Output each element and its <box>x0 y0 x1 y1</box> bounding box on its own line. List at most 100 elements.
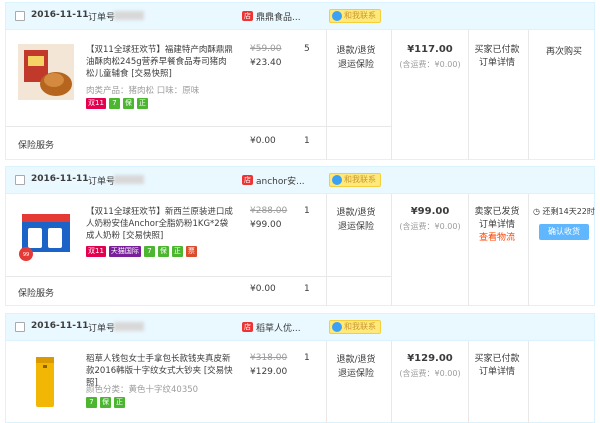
refund-actions: 退款/退货 退运保险 <box>328 206 384 234</box>
chat-icon <box>332 11 342 21</box>
refund-link[interactable]: 退款/退货 <box>328 353 384 367</box>
badge[interactable]: 7 <box>143 246 155 257</box>
product-thumbnail[interactable] <box>18 44 74 100</box>
order-card: 2016-11-11 订单号 店 anchor安... 和我联系 99 【双11… <box>5 166 595 306</box>
badge[interactable]: 双11 <box>86 98 106 109</box>
column-divider <box>326 341 327 423</box>
order-details-link[interactable]: 订单详情 <box>468 219 526 232</box>
countdown-text: 还剩14天22时 <box>542 207 595 216</box>
badge[interactable]: 正 <box>171 246 183 257</box>
order-date: 2016-11-11 <box>31 10 89 20</box>
refund-link[interactable]: 退款/退货 <box>328 44 384 58</box>
badge[interactable]: 7 <box>108 98 120 109</box>
order-body: 稻草人钱包女士手拿包长款钱夹真皮新款2016韩版十字纹女式大钞夹 [交易快照] … <box>6 341 594 423</box>
badge[interactable]: 天猫国际 <box>108 246 141 257</box>
product-title[interactable]: 【双11全球狂欢节】福建特产肉酥鼎鼎油酥肉松245g营养早餐食品寿司猪肉松儿童辅… <box>86 44 234 80</box>
badge[interactable]: 保 <box>157 246 169 257</box>
contact-seller-label: 和我联系 <box>344 11 376 20</box>
insurance-service-price: ¥0.00 <box>250 284 276 294</box>
shop-icon: 店 <box>242 11 253 21</box>
shipping-fee: (含运费：¥0.00) <box>399 222 461 231</box>
order-body: 【双11全球狂欢节】福建特产肉酥鼎鼎油酥肉松245g营养早餐食品寿司猪肉松儿童辅… <box>6 30 594 160</box>
refund-link[interactable]: 退款/退货 <box>328 206 384 220</box>
service-badges: 双11 7 保 正 <box>86 98 148 109</box>
contact-seller-button[interactable]: 和我联系 <box>329 9 381 23</box>
return-insurance-link[interactable]: 退运保险 <box>328 367 384 381</box>
clock-icon: ◷ <box>533 207 543 216</box>
shop-name[interactable]: anchor安... <box>256 174 305 187</box>
insurance-service-price: ¥0.00 <box>250 136 276 146</box>
order-header: 2016-11-11 订单号 店 anchor安... 和我联系 <box>6 167 594 194</box>
order-details-link[interactable]: 订单详情 <box>468 57 526 70</box>
product-meta: 颜色分类：黄色十字纹40350 <box>86 385 199 395</box>
column-divider <box>528 341 529 423</box>
order-select-checkbox[interactable] <box>15 322 25 332</box>
shop-icon: 店 <box>242 322 253 332</box>
order-select-checkbox[interactable] <box>15 11 25 21</box>
track-shipment-link[interactable]: 查看物流 <box>468 232 526 245</box>
shipping-fee: (含运费：¥0.00) <box>399 369 461 378</box>
product-meta: 肉类产品：猪肉松 口味：原味 <box>86 86 200 96</box>
status-text: 买家已付款 <box>474 354 520 364</box>
shop-name[interactable]: 稻草人优... <box>256 321 301 334</box>
row-divider <box>6 126 391 127</box>
order-number-redacted <box>114 322 144 331</box>
column-divider <box>326 30 327 160</box>
order-status: 买家已付款 订单详情 <box>468 44 526 70</box>
product-title-prefix: 【双11全球狂欢节】 <box>86 45 165 55</box>
badge[interactable]: 保 <box>100 397 111 408</box>
chat-icon <box>332 322 342 332</box>
shipping-fee: (含运费：¥0.00) <box>399 60 461 69</box>
column-divider <box>391 341 392 423</box>
contact-seller-button[interactable]: 和我联系 <box>329 320 381 334</box>
column-divider <box>528 194 529 306</box>
auto-confirm-countdown: ◷ 还剩14天22时 <box>533 206 597 217</box>
order-number-redacted <box>114 11 144 20</box>
original-price: ¥59.00 <box>250 44 282 54</box>
refund-actions: 退款/退货 退运保险 <box>328 353 384 381</box>
order-header: 2016-11-11 订单号 店 稻草人优... 和我联系 <box>6 314 594 341</box>
badge[interactable]: 7 <box>86 397 97 408</box>
order-card: 2016-11-11 订单号 店 稻草人优... 和我联系 稻草人钱包女士手拿包… <box>5 313 595 423</box>
insurance-service-label: 保险服务 <box>18 289 55 299</box>
svg-text:99: 99 <box>23 252 29 258</box>
order-body: 99 【双11全球狂欢节】新西兰原装进口成人奶粉安佳Anchor全脂奶粉1KG*… <box>6 194 597 306</box>
contact-seller-button[interactable]: 和我联系 <box>329 173 381 187</box>
insurance-service-qty: 1 <box>304 136 310 146</box>
order-details-link[interactable]: 订单详情 <box>468 366 526 379</box>
order-total: ¥129.00 <box>407 353 453 364</box>
badge[interactable]: 票 <box>185 246 197 257</box>
unit-price: ¥99.00 <box>250 220 282 230</box>
order-header: 2016-11-11 订单号 店 鼎鼎食品... 和我联系 <box>6 3 594 30</box>
shop-icon: 店 <box>242 175 253 185</box>
order-number-label: 订单号 <box>88 324 116 334</box>
unit-price: ¥23.40 <box>250 58 282 68</box>
return-insurance-link[interactable]: 退运保险 <box>328 58 384 72</box>
order-number-label: 订单号 <box>88 13 116 23</box>
badge[interactable]: 正 <box>136 98 148 109</box>
quantity: 1 <box>304 353 310 363</box>
order-select-checkbox[interactable] <box>15 175 25 185</box>
row-divider <box>6 276 391 277</box>
buy-again-link[interactable]: 再次购买 <box>533 44 595 57</box>
order-date: 2016-11-11 <box>31 321 89 331</box>
chat-icon <box>332 175 342 185</box>
insurance-service-qty: 1 <box>304 284 310 294</box>
badge[interactable]: 正 <box>114 397 125 408</box>
return-insurance-link[interactable]: 退运保险 <box>328 220 384 234</box>
original-price: ¥288.00 <box>250 206 288 216</box>
column-divider <box>326 194 327 306</box>
badge[interactable]: 保 <box>122 98 134 109</box>
confirm-receipt-button[interactable]: 确认收货 <box>539 224 589 240</box>
product-title[interactable]: 【双11全球狂欢节】新西兰原装进口成人奶粉安佳Anchor全脂奶粉1KG*2袋 … <box>86 206 234 242</box>
product-thumbnail[interactable]: 99 <box>18 206 74 262</box>
order-status: 卖家已发货 订单详情 查看物流 <box>468 206 526 245</box>
badge[interactable]: 双11 <box>86 246 106 257</box>
order-date: 2016-11-11 <box>31 174 89 184</box>
insurance-service-label: 保险服务 <box>18 141 55 151</box>
shop-name[interactable]: 鼎鼎食品... <box>256 10 301 23</box>
order-number-redacted <box>114 175 144 184</box>
product-thumbnail[interactable] <box>18 353 74 409</box>
refund-actions: 退款/退货 退运保险 <box>328 44 384 72</box>
status-text: 买家已付款 <box>474 45 520 55</box>
